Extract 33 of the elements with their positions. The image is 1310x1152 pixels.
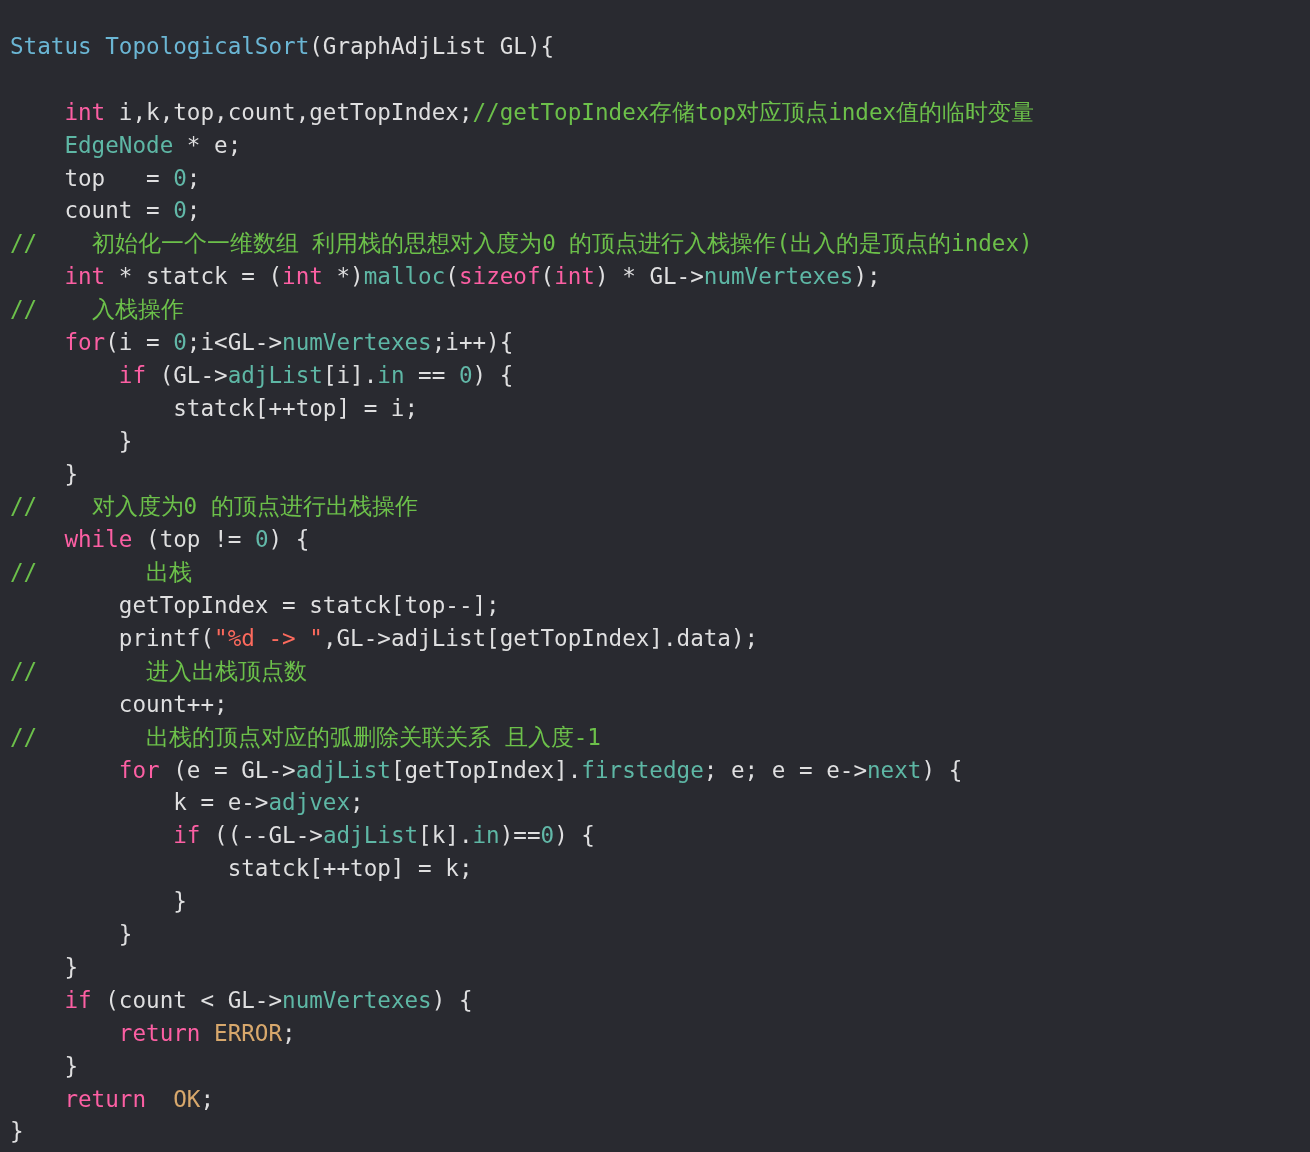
code-line: for (e = GL->adjList[getTopIndex].firstedge; e; e = e->next) { <box>117 755 963 785</box>
code-line: int * statck = (int *)malloc(sizeof(int) * GL->numVertexes); <box>63 262 881 292</box>
code-line: // 进入出栈顶点数 <box>10 656 308 686</box>
code-line: } <box>10 1117 24 1147</box>
code-line: if (count < GL->numVertexes) { <box>63 985 473 1015</box>
code-line: } <box>172 887 187 917</box>
code-line: Status TopologicalSort(GraphAdjList GL){ <box>10 32 555 61</box>
code-line: printf("%d -> ",GL->adjList[getTopIndex].data); <box>117 624 759 654</box>
code-line: for(i = 0;i<GL->numVertexes;i++){ <box>63 328 514 357</box>
code-line: top = 0; <box>63 163 201 193</box>
code-line: // 出栈的顶点对应的弧删除关联关系 且入度-1 <box>10 722 601 752</box>
code-line: k = e->adjvex; <box>172 788 364 818</box>
code-line: // 出栈 <box>10 558 193 588</box>
code-line: count++; <box>117 689 228 719</box>
code-line: statck[++top] = i; <box>172 393 419 423</box>
code-line: } <box>117 426 133 456</box>
code-line: EdgeNode * e; <box>63 130 242 160</box>
code-line: if (GL->adjList[i].in == 0) { <box>117 360 514 390</box>
code-line: } <box>63 1051 78 1081</box>
code-line: return ERROR; <box>117 1018 296 1048</box>
code-line: statck[++top] = k; <box>226 854 473 884</box>
code-line: getTopIndex = statck[top--]; <box>117 591 500 621</box>
code-line: while (top != 0) { <box>63 525 310 555</box>
code-line: // 入栈操作 <box>10 295 184 325</box>
code-line: int i,k,top,count,getTopIndex;//getTopIndex存储top对应顶点index值的临时变量 <box>63 97 1035 127</box>
code-line: } <box>63 459 78 489</box>
code-line: return OK; <box>63 1084 215 1114</box>
code-line: count = 0; <box>63 196 201 226</box>
code-line: // 初始化一个一维数组 利用栈的思想对入度为0 的顶点进行入栈操作(出入的是顶点的index) <box>10 229 1033 259</box>
code-line: // 对入度为0 的顶点进行出栈操作 <box>10 492 418 522</box>
code-line: } <box>63 952 78 982</box>
code-line: if ((--GL->adjList[k].in)==0) { <box>172 821 595 851</box>
code-line: } <box>117 920 133 950</box>
